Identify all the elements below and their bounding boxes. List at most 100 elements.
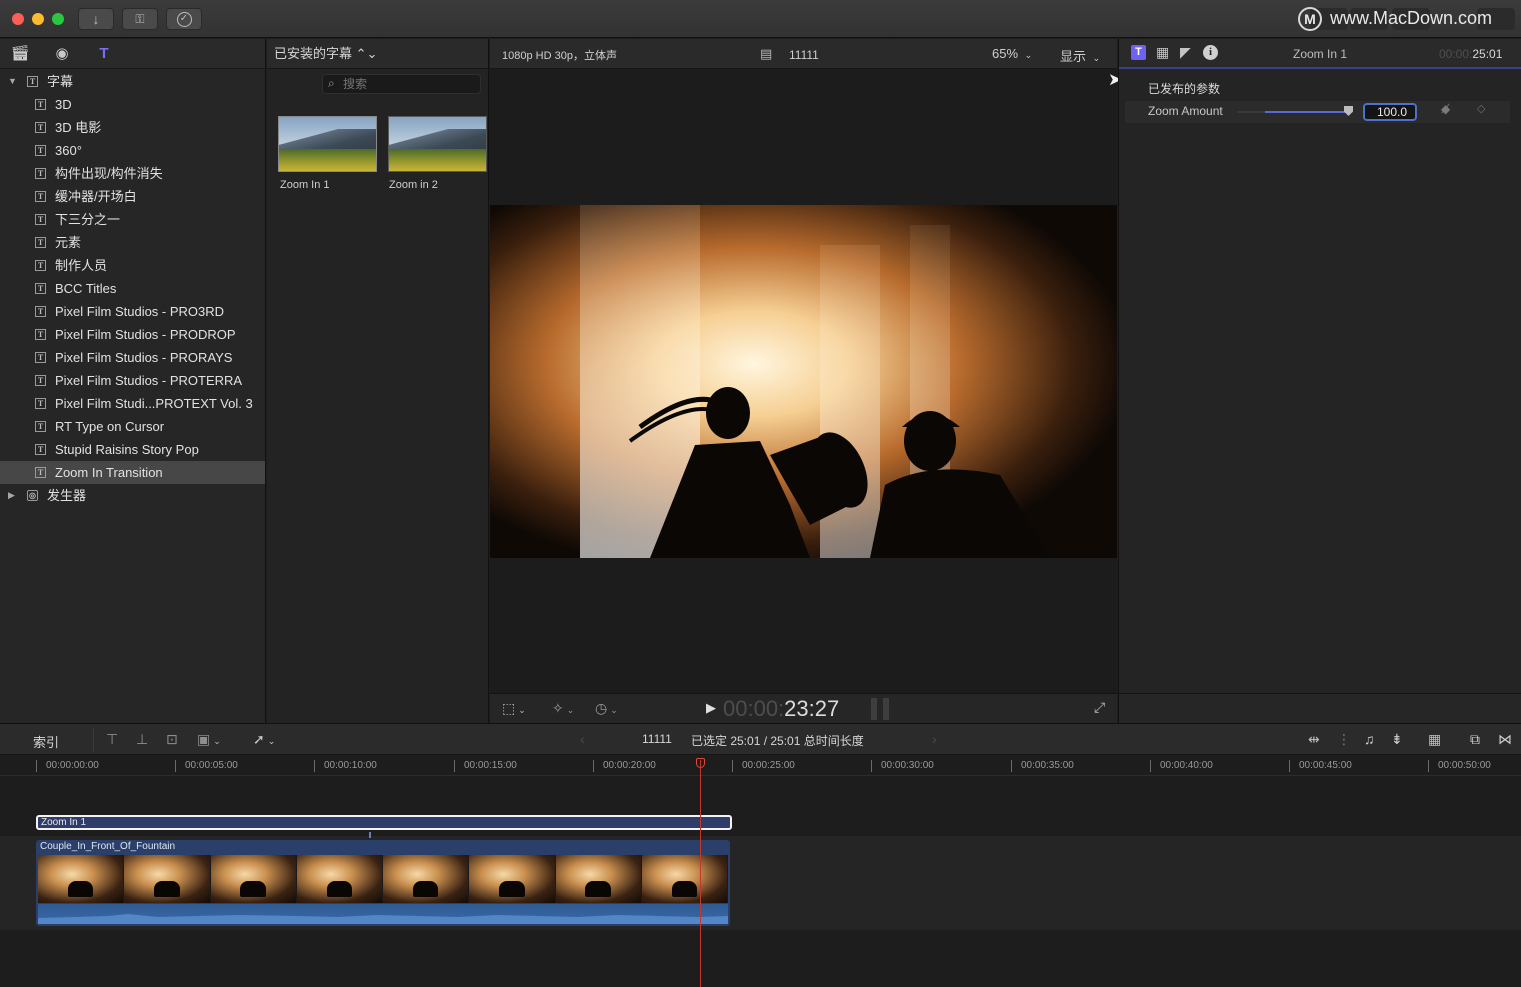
watermark-text: www.MacDown.com [1330,8,1493,28]
fountain-scene-image [490,205,1117,558]
playhead[interactable] [700,760,701,987]
connect-clip-icon[interactable]: ⊤ [106,731,118,748]
sidebar-item-titles-root[interactable]: ▼ T 字幕 [0,70,265,93]
crop-icon: ⬚ [502,700,516,716]
sidebar-item-label: 3D 电影 [55,120,102,135]
viewer-timecode[interactable]: 00:00:23:27 [723,696,839,722]
snapping-icon[interactable]: ⇟ [1391,731,1403,748]
timeline-ruler[interactable]: 00:00:00:00 00:00:05:00 00:00:10:00 00:0… [0,756,1521,776]
title-thumbnail-zoom-in-2[interactable] [388,116,487,172]
published-params-heading: 已发布的参数 [1148,82,1221,96]
zoom-window-button[interactable] [52,13,64,25]
sidebar-item-pfs-protext-vol3[interactable]: T Pixel Film Studi...PROTEXT Vol. 3 [0,392,265,415]
back-arrow-icon[interactable]: ‹ [580,731,585,747]
sidebar-item-360[interactable]: T 360° [0,139,265,162]
retime-menu[interactable]: ◷ ⌄ [595,700,618,717]
sidebar-item-build-in-out[interactable]: T 构件出现/构件消失 [0,162,265,185]
clip-label: Couple_In_Front_Of_Fountain [40,841,176,852]
append-clip-icon[interactable]: ⊡ [166,731,178,748]
title-category-icon: T [35,421,46,432]
clapperboard-icon[interactable]: 🎬︎ [10,45,30,63]
sidebar-item-pfs-prodrop[interactable]: T Pixel Film Studios - PRODROP [0,323,265,346]
add-keyframe-icon[interactable]: ◇ [1477,102,1485,115]
slider-knob[interactable] [1344,106,1353,116]
headphones-icon[interactable]: ♫ [1364,731,1375,747]
viewer: 1080p HD 30p，立体声 ▤ 11111 65% ⌄ 显示 ⌄ ⬚ ⌄ … [490,39,1117,723]
timeline-index-button[interactable]: 索引 [33,732,59,751]
sidebar-item-lower-thirds[interactable]: T 下三分之一 [0,208,265,231]
forward-arrow-icon[interactable]: › [932,731,937,747]
clip-filmstrip [38,855,728,903]
video-only-icon[interactable]: ⇹ [1308,731,1320,748]
sidebar-item-bcc-titles[interactable]: T BCC Titles [0,277,265,300]
chevron-down-icon: ⌄ [267,736,276,746]
zoom-amount-field[interactable] [1363,103,1417,121]
overwrite-clip-menu[interactable]: ▣ ⌄ [197,731,221,748]
video-frame[interactable] [490,205,1117,558]
magic-wand-icon: ✧ [552,700,564,716]
chevron-down-icon: ⌄ [213,736,221,746]
transitions-browser-icon[interactable]: ⋈ [1498,731,1512,748]
titles-generators-icon[interactable]: T [94,45,114,63]
video-clip-couple-fountain[interactable]: Couple_In_Front_Of_Fountain [36,840,730,926]
timeline[interactable]: 00:00:00:00 00:00:05:00 00:00:10:00 00:0… [0,756,1521,987]
sidebar-item-3d[interactable]: T 3D [0,93,265,116]
clapperboard-icon: ▤ [760,46,773,61]
display-options-menu[interactable]: 显示 ⌄ [1060,46,1100,65]
sidebar-toolbar: 🎬︎ ◉ T [0,39,265,69]
title-category-icon: T [35,375,46,386]
title-category-icon: T [35,168,46,179]
key-icon: ⚿ [135,11,145,26]
title-category-icon: T [35,99,46,110]
sidebar-item-pfs-pro3rd[interactable]: T Pixel Film Studios - PRO3RD [0,300,265,323]
title-category-icon: T [35,214,46,225]
video-inspector-tab-icon[interactable]: ▦ [1156,44,1169,61]
sidebar-item-label: Stupid Raisins Story Pop [55,442,199,457]
disclosure-right-icon[interactable]: ▶ [8,484,15,507]
effects-browser-icon[interactable]: ⧉ [1470,731,1480,748]
audio-waveform-icon[interactable]: ⋮ [1337,731,1351,748]
sidebar-item-pfs-proterra[interactable]: T Pixel Film Studios - PROTERRA [0,369,265,392]
enhancements-menu[interactable]: ✧ ⌄ [552,700,574,717]
close-window-button[interactable] [12,13,24,25]
transform-tools-menu[interactable]: ⬚ ⌄ [502,700,526,717]
chevron-down-icon: ⌄ [518,705,526,715]
background-tasks-button[interactable]: ✓ [166,8,202,30]
sidebar-item-rt-type-on-cursor[interactable]: T RT Type on Cursor [0,415,265,438]
zoom-level-menu[interactable]: 65% ⌄ [992,46,1032,61]
sidebar-item-label: 发生器 [47,488,87,503]
clip-appearance-icon[interactable]: ▦ [1428,731,1441,748]
title-thumbnail-zoom-in-1[interactable] [278,116,377,172]
title-clip-zoom-in-1[interactable]: Zoom In 1 [36,815,732,830]
keyword-editor-button[interactable]: ⚿ [122,8,158,30]
watermark-logo-icon: M [1298,7,1322,31]
sidebar-item-zoom-in-transition[interactable]: T Zoom In Transition [0,461,265,484]
import-media-button[interactable]: ↓ [78,8,114,30]
sidebar-item-bumper-opener[interactable]: T 缓冲器/开场白 [0,185,265,208]
select-tool-menu[interactable]: ➚ ⌄ [253,731,275,748]
sidebar-item-elements[interactable]: T 元素 [0,231,265,254]
play-button[interactable]: ▶ [706,700,716,716]
sidebar-item-3d-cinematic[interactable]: T 3D 电影 [0,116,265,139]
color-inspector-tab-icon[interactable]: ◤ [1180,44,1191,61]
browser-header[interactable]: 已安装的字幕 ⌃⌄ [267,39,488,69]
connection-marker [369,832,371,838]
browser-search-input[interactable] [322,74,481,94]
insert-clip-icon[interactable]: ⊥ [136,731,148,748]
info-inspector-tab-icon[interactable]: i [1203,45,1218,60]
inspector-title: Zoom In 1 [1293,47,1348,61]
disclosure-down-icon[interactable]: ▼ [8,70,17,93]
sidebar-item-generators-root[interactable]: ▶ ◎ 发生器 [0,484,265,507]
toolbar-divider [93,728,94,752]
fullscreen-icon[interactable]: ⤢ [1094,699,1105,716]
inspector-duration: 00:00:25:01 [1439,47,1503,61]
text-inspector-tab-icon[interactable]: T [1131,45,1146,60]
sidebar-item-credits[interactable]: T 制作人员 [0,254,265,277]
reset-parameter-icon[interactable]: ◆̸ [1441,102,1450,116]
zoom-amount-slider[interactable] [1237,106,1353,116]
chevron-down-icon: ⌄ [1024,50,1033,60]
photos-music-icon[interactable]: ◉ [52,45,72,63]
sidebar-item-pfs-prorays[interactable]: T Pixel Film Studios - PRORAYS [0,346,265,369]
sidebar-item-stupid-raisins[interactable]: T Stupid Raisins Story Pop [0,438,265,461]
minimize-window-button[interactable] [32,13,44,25]
